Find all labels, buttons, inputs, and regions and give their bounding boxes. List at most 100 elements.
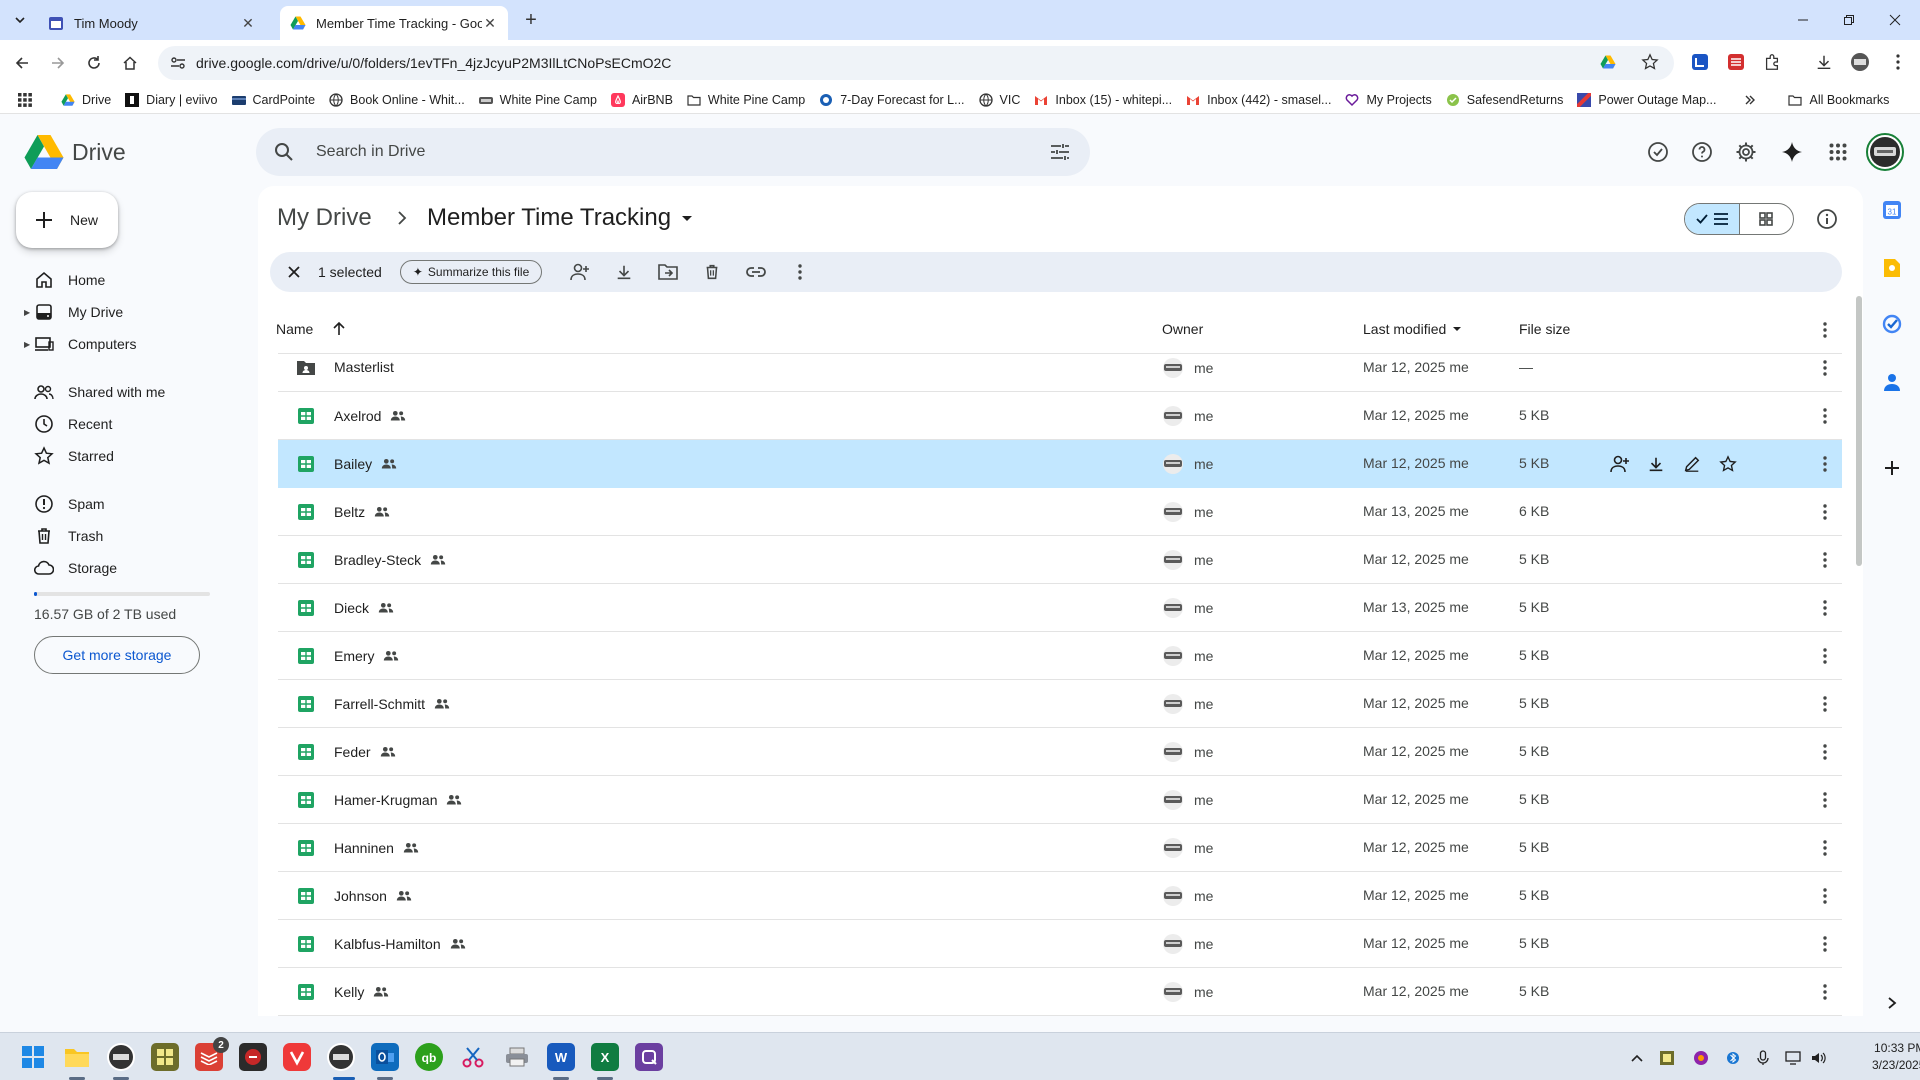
bookmarks-overflow[interactable]: [1737, 88, 1763, 112]
download-button[interactable]: [602, 256, 646, 288]
chrome-app[interactable]: [327, 1043, 355, 1071]
search-input[interactable]: Search in Drive: [316, 143, 1048, 161]
address-bar[interactable]: drive.google.com/drive/u/0/folders/1evTF…: [158, 46, 1674, 80]
support-button[interactable]: [1690, 140, 1714, 164]
file-row[interactable]: Emery me Mar 12, 2025 me 5 KB: [278, 632, 1842, 680]
close-icon[interactable]: ✕: [482, 15, 498, 31]
new-button[interactable]: New: [16, 192, 118, 248]
get-more-storage-button[interactable]: Get more storage: [34, 636, 200, 674]
bookmark-white-pine-camp[interactable]: White Pine Camp: [472, 88, 604, 112]
google-apps-button[interactable]: [1826, 140, 1850, 164]
row-more-actions-button[interactable]: [1813, 932, 1837, 956]
row-more-actions-button[interactable]: [1813, 500, 1837, 524]
extensions-button[interactable]: [1760, 50, 1784, 74]
column-last-modified[interactable]: Last modified: [1363, 321, 1464, 337]
get-addons-button[interactable]: [1880, 456, 1904, 480]
file-row[interactable]: Farrell-Schmitt me Mar 12, 2025 me 5 KB: [278, 680, 1842, 728]
extension-1-button[interactable]: [1688, 50, 1712, 74]
clear-selection-icon[interactable]: [284, 262, 304, 282]
vivaldi-app[interactable]: [283, 1043, 311, 1071]
bookmark-airbnb[interactable]: AirBNB: [604, 88, 680, 112]
tray-app-1[interactable]: [1658, 1049, 1676, 1067]
list-layout-button[interactable]: [1685, 204, 1740, 234]
apps-shortcut[interactable]: [10, 92, 40, 107]
expand-arrow-icon[interactable]: ▶: [24, 308, 30, 317]
drive-extension-icon[interactable]: [1596, 50, 1620, 74]
red-app[interactable]: [239, 1043, 267, 1071]
drive-logo[interactable]: Drive: [24, 134, 126, 170]
reload-button[interactable]: [82, 51, 106, 75]
row-more-actions-button[interactable]: [1813, 548, 1837, 572]
bookmark-my-projects[interactable]: My Projects: [1338, 88, 1438, 112]
tray-app-2[interactable]: [1692, 1049, 1710, 1067]
nav-storage[interactable]: Storage: [0, 552, 240, 584]
expand-arrow-icon[interactable]: ▶: [24, 340, 30, 349]
row-share-button[interactable]: [1602, 452, 1638, 476]
row-more-actions-button[interactable]: [1813, 740, 1837, 764]
grid-app[interactable]: [151, 1043, 179, 1071]
column-file-size[interactable]: File size: [1519, 321, 1570, 337]
snipping-tool-app[interactable]: [459, 1043, 487, 1071]
close-icon[interactable]: ✕: [240, 15, 256, 31]
file-row[interactable]: Beltz me Mar 13, 2025 me 6 KB: [278, 488, 1842, 536]
file-row[interactable]: Johnson me Mar 12, 2025 me 5 KB: [278, 872, 1842, 920]
row-more-actions-button[interactable]: [1813, 836, 1837, 860]
nav-shared-with-me[interactable]: Shared with me: [0, 376, 240, 408]
file-row[interactable]: Masterlist me Mar 12, 2025 me —: [278, 344, 1842, 392]
search-icon[interactable]: [272, 140, 296, 164]
bookmark-safesend[interactable]: SafesendReturns: [1439, 88, 1571, 112]
close-window-button[interactable]: [1872, 0, 1918, 40]
hide-side-panel-button[interactable]: [1880, 991, 1904, 1015]
bookmark-cardpointe[interactable]: CardPointe: [225, 88, 323, 112]
tab-search-button[interactable]: [8, 8, 32, 32]
grid-layout-button[interactable]: [1740, 204, 1794, 234]
nav-starred[interactable]: Starred: [0, 440, 240, 472]
volume-button[interactable]: [1810, 1049, 1828, 1067]
bookmark-eviivo[interactable]: Diary | eviivo: [118, 88, 224, 112]
column-name[interactable]: Name: [276, 321, 347, 337]
word-app[interactable]: W: [547, 1043, 575, 1071]
info-icon[interactable]: [1816, 208, 1838, 230]
row-rename-button[interactable]: [1674, 452, 1710, 476]
row-more-actions-button[interactable]: [1813, 644, 1837, 668]
bookmark-drive[interactable]: Drive: [54, 88, 118, 112]
browser-tab-tim-moody[interactable]: Tim Moody ✕: [38, 6, 266, 40]
nav-trash[interactable]: Trash: [0, 520, 240, 552]
new-tab-button[interactable]: +: [520, 9, 542, 31]
quickbooks-app[interactable]: qb: [415, 1043, 443, 1071]
file-row[interactable]: Hamer-Krugman me Mar 12, 2025 me 5 KB: [278, 776, 1842, 824]
settings-button[interactable]: [1734, 140, 1758, 164]
search-bar[interactable]: Search in Drive: [256, 128, 1090, 176]
outlook-app[interactable]: [371, 1043, 399, 1071]
nav-recent[interactable]: Recent: [0, 408, 240, 440]
share-button[interactable]: [558, 256, 602, 288]
chrome-menu-button[interactable]: [1886, 50, 1910, 74]
row-more-actions-button[interactable]: [1813, 980, 1837, 1004]
bookmark-folder-white-pine[interactable]: White Pine Camp: [680, 88, 812, 112]
column-options-button[interactable]: [1813, 318, 1837, 342]
row-more-actions-button[interactable]: [1813, 692, 1837, 716]
todoist-app[interactable]: 2: [195, 1037, 229, 1071]
move-button[interactable]: [646, 256, 690, 288]
bookmark-vic[interactable]: VIC: [972, 88, 1028, 112]
delete-button[interactable]: [690, 256, 734, 288]
breadcrumb-current-folder[interactable]: Member Time Tracking: [427, 204, 697, 232]
purple-app[interactable]: [635, 1043, 663, 1071]
bookmark-inbox-smasel[interactable]: Inbox (442) - smasel...: [1179, 88, 1338, 112]
nav-spam[interactable]: Spam: [0, 488, 240, 520]
more-actions-button[interactable]: [778, 256, 822, 288]
downloads-button[interactable]: [1812, 50, 1836, 74]
row-more-actions-button[interactable]: [1813, 404, 1837, 428]
row-star-button[interactable]: [1710, 452, 1746, 476]
file-row[interactable]: Bradley-Steck me Mar 12, 2025 me 5 KB: [278, 536, 1842, 584]
nav-computers[interactable]: ▶ Computers: [0, 328, 240, 360]
forward-button[interactable]: [46, 51, 70, 75]
site-info-icon[interactable]: [168, 53, 188, 73]
offline-ready-button[interactable]: [1646, 140, 1670, 164]
calendar-side-button[interactable]: 31: [1880, 198, 1904, 222]
nav-my-drive[interactable]: ▶ My Drive: [0, 296, 240, 328]
row-more-actions-button[interactable]: [1813, 452, 1837, 476]
file-row[interactable]: Axelrod me Mar 12, 2025 me 5 KB: [278, 392, 1842, 440]
column-owner[interactable]: Owner: [1162, 321, 1203, 337]
tasks-side-button[interactable]: [1880, 312, 1904, 336]
